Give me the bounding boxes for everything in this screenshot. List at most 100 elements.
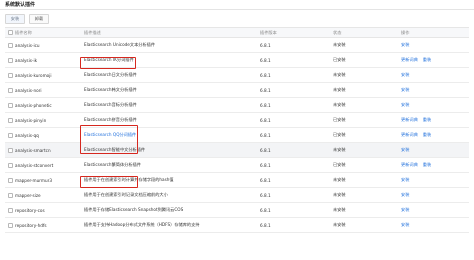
- plugin-name: analysis-ik: [15, 57, 38, 63]
- header-version: 插件版本: [260, 29, 277, 35]
- row-checkbox[interactable]: [8, 113, 14, 127]
- row-actions: 安装: [401, 68, 467, 82]
- select-all-checkbox[interactable]: [8, 28, 14, 37]
- checkbox-icon[interactable]: [8, 117, 13, 123]
- action-link[interactable]: 更新词典: [401, 132, 418, 138]
- table-row: analysis-pinyin Elasticsearch拼音分析插件 6.8.1 已…: [5, 113, 469, 128]
- plugin-version: 6.8.1: [260, 42, 271, 48]
- row-checkbox[interactable]: [8, 158, 14, 172]
- action-link[interactable]: 重装: [423, 57, 431, 63]
- action-link[interactable]: 安装: [401, 207, 409, 213]
- action-link[interactable]: 安装: [401, 192, 409, 198]
- plugin-version: 6.8.1: [260, 132, 271, 138]
- action-link[interactable]: 更新词典: [401, 57, 418, 63]
- plugin-status: 未安装: [333, 72, 346, 77]
- row-actions: 更新词典 重装: [401, 113, 467, 127]
- checkbox-icon[interactable]: [8, 102, 13, 108]
- action-link[interactable]: 安装: [401, 177, 409, 183]
- table-row: analysis-qq Elasticsearch QQ分词插件 6.8.1 已安装更…: [5, 128, 469, 143]
- plugin-version: 6.8.1: [260, 222, 271, 228]
- plugin-status: 未安装: [333, 207, 346, 212]
- highlight-box-stconvert: [80, 176, 138, 188]
- row-checkbox[interactable]: [8, 188, 14, 202]
- action-link[interactable]: 安装: [401, 222, 409, 228]
- row-actions: 更新词典 重装: [401, 158, 467, 172]
- action-link[interactable]: 安装: [401, 102, 409, 108]
- row-checkbox[interactable]: [8, 98, 14, 112]
- table-row: repository-hdfs 插件用于支持Hadoop分布式文件系统（HDFS）…: [5, 218, 469, 233]
- checkbox-icon[interactable]: [8, 222, 13, 228]
- row-checkbox[interactable]: [8, 173, 14, 187]
- table-row: repository-cos 插件用于存储Elasticsearch Snapsh…: [5, 203, 469, 218]
- action-link[interactable]: 安装: [401, 87, 409, 93]
- plugin-description: Elasticsearch繁简体分析插件: [84, 162, 141, 167]
- plugin-name: analysis-pinyin: [15, 117, 47, 123]
- plugin-name: analysis-kuromoji: [15, 72, 52, 78]
- row-checkbox[interactable]: [8, 218, 14, 232]
- action-link[interactable]: 安装: [401, 147, 409, 153]
- plugin-version: 6.8.1: [260, 87, 271, 93]
- plugin-status: 未安装: [333, 192, 346, 197]
- checkbox-icon[interactable]: [8, 162, 13, 168]
- row-actions: 安装: [401, 218, 467, 232]
- row-actions: 安装: [401, 173, 467, 187]
- row-actions: 安装: [401, 188, 467, 202]
- plugin-status: 已安装: [333, 162, 346, 167]
- action-link[interactable]: 重装: [423, 117, 431, 123]
- action-link[interactable]: 更新词典: [401, 162, 418, 168]
- table-row: analysis-nori Elasticsearch韩文分析插件 6.8.1 未安装…: [5, 83, 469, 98]
- header-actions: 操作: [401, 29, 410, 35]
- header-description: 插件描述: [84, 29, 101, 35]
- action-link[interactable]: 重装: [423, 132, 431, 138]
- plugin-status: 未安装: [333, 102, 346, 107]
- plugin-name: mapper-size: [15, 192, 41, 198]
- plugin-description: Elasticsearch日文分析插件: [84, 72, 137, 77]
- plugin-table: 插件名称 插件描述 插件版本 状态 操作 analysis-icu Elastic…: [5, 27, 469, 233]
- row-actions: 安装: [401, 38, 467, 52]
- table-row: analysis-stconvert Elasticsearch繁简体分析插件 6.…: [5, 158, 469, 173]
- action-link[interactable]: 更新词典: [401, 117, 418, 123]
- plugin-version: 6.8.1: [260, 72, 271, 78]
- plugin-version: 6.8.1: [260, 162, 271, 168]
- row-checkbox[interactable]: [8, 53, 14, 67]
- checkbox-icon[interactable]: [8, 87, 13, 93]
- row-actions: 安装: [401, 203, 467, 217]
- row-actions: 更新词典 重装: [401, 53, 467, 67]
- checkbox-icon[interactable]: [8, 177, 13, 183]
- row-checkbox[interactable]: [8, 83, 14, 97]
- plugin-name: analysis-stconvert: [15, 162, 54, 168]
- checkbox-icon[interactable]: [8, 192, 13, 198]
- row-actions: 更新词典 重装: [401, 128, 467, 142]
- row-checkbox[interactable]: [8, 38, 14, 52]
- checkbox-icon[interactable]: [8, 147, 13, 153]
- highlight-box-pinyin-qq: [80, 125, 138, 154]
- uninstall-button[interactable]: 卸载: [29, 14, 49, 24]
- table-row: analysis-phonetic Elasticsearch音标分析插件 6.8.…: [5, 98, 469, 113]
- row-checkbox[interactable]: [8, 128, 14, 142]
- table-row: mapper-murmur3 插件用于在创建索引时计算并存储字段的hash值 6.8…: [5, 173, 469, 188]
- row-checkbox[interactable]: [8, 203, 14, 217]
- action-link[interactable]: 重装: [423, 162, 431, 168]
- plugin-version: 6.8.1: [260, 102, 271, 108]
- checkbox-icon[interactable]: [8, 207, 13, 213]
- table-row: analysis-icu Elasticsearch Unicode文本分析插件 6…: [5, 38, 469, 53]
- action-link[interactable]: 安装: [401, 72, 409, 78]
- row-checkbox[interactable]: [8, 68, 14, 82]
- plugin-version: 6.8.1: [260, 192, 271, 198]
- install-button[interactable]: 安装: [5, 14, 25, 24]
- plugin-version: 6.8.1: [260, 147, 271, 153]
- plugin-version: 6.8.1: [260, 57, 271, 63]
- checkbox-icon[interactable]: [8, 57, 13, 63]
- checkbox-icon[interactable]: [8, 132, 13, 138]
- plugin-status: 未安装: [333, 147, 346, 152]
- table-row: mapper-size 插件用于在创建索引时记录文档压缩前的大小 6.8.1 未安装 安…: [5, 188, 469, 203]
- row-checkbox[interactable]: [8, 143, 14, 157]
- plugin-description: Elasticsearch韩文分析插件: [84, 87, 137, 92]
- plugin-name: mapper-murmur3: [15, 177, 53, 183]
- checkbox-icon[interactable]: [8, 72, 13, 78]
- page-title: 系统默认插件: [5, 2, 36, 8]
- checkbox-icon[interactable]: [8, 42, 13, 48]
- row-actions: 安装: [401, 83, 467, 97]
- action-link[interactable]: 安装: [401, 42, 409, 48]
- checkbox-icon[interactable]: [8, 30, 13, 35]
